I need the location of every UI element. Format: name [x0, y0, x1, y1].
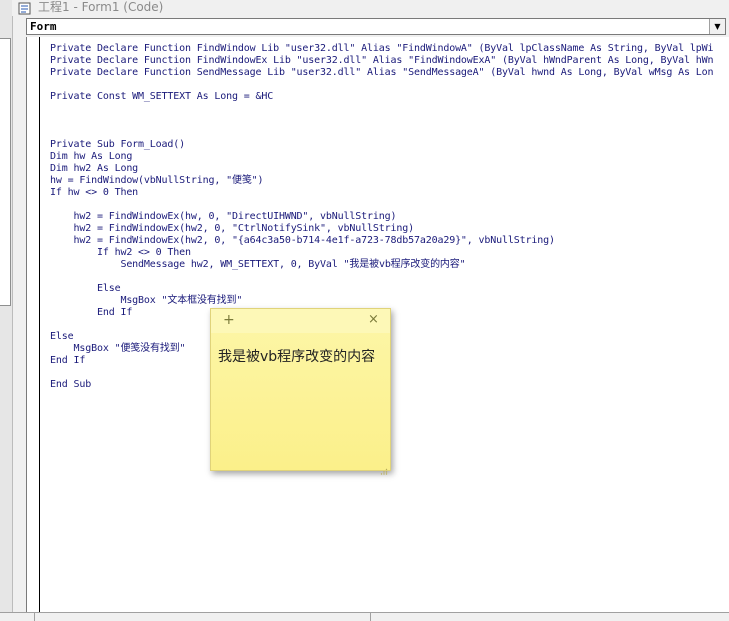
add-note-icon[interactable]: + [223, 313, 235, 327]
code-line[interactable]: Private Declare Function FindWindowEx Li… [50, 55, 729, 67]
object-dropdown-value: Form [30, 20, 57, 33]
code-line[interactable]: hw2 = FindWindowEx(hw2, 0, "{a64c3a50-b7… [50, 235, 729, 247]
code-line[interactable]: hw = FindWindow(vbNullString, "便笺") [50, 175, 729, 187]
window-title: 工程1 - Form1 (Code) [38, 0, 164, 14]
sticky-note-header[interactable]: + × [211, 309, 390, 333]
code-line[interactable] [50, 115, 729, 127]
code-window-icon [18, 0, 32, 15]
code-line[interactable]: Private Const WM_SETTEXT As Long = &HC [50, 91, 729, 103]
close-icon[interactable]: × [368, 313, 379, 327]
code-line[interactable]: Dim hw2 As Long [50, 163, 729, 175]
object-dropdown[interactable]: Form ▼ [26, 18, 726, 35]
title-bar: 工程1 - Form1 (Code) [12, 0, 729, 16]
code-line[interactable]: hw2 = FindWindowEx(hw, 0, "DirectUIHWND"… [50, 211, 729, 223]
code-line[interactable]: Private Declare Function FindWindow Lib … [50, 43, 729, 55]
code-line[interactable]: SendMessage hw2, WM_SETTEXT, 0, ByVal "我… [50, 259, 729, 271]
code-line[interactable]: Private Sub Form_Load() [50, 139, 729, 151]
code-line[interactable] [50, 127, 729, 139]
code-line[interactable]: Dim hw As Long [50, 151, 729, 163]
code-line[interactable]: Private Declare Function SendMessage Lib… [50, 67, 729, 79]
code-line[interactable] [50, 103, 729, 115]
code-line[interactable]: If hw <> 0 Then [50, 187, 729, 199]
sticky-note-text[interactable]: 我是被vb程序改变的内容 [218, 346, 375, 366]
resize-grip-icon[interactable] [380, 460, 388, 475]
code-line[interactable] [50, 79, 729, 91]
code-line[interactable]: Else [50, 283, 729, 295]
code-line[interactable]: hw2 = FindWindowEx(hw2, 0, "CtrlNotifySi… [50, 223, 729, 235]
code-line[interactable] [50, 271, 729, 283]
chevron-down-icon[interactable]: ▼ [709, 19, 725, 34]
code-line[interactable] [50, 199, 729, 211]
margin-indicator-bar[interactable] [27, 37, 40, 620]
sticky-note[interactable]: + × 我是被vb程序改变的内容 [210, 308, 391, 475]
code-line[interactable]: MsgBox "文本框没有找到" [50, 295, 729, 307]
code-line[interactable]: If hw2 <> 0 Then [50, 247, 729, 259]
background-window-panel [0, 0, 13, 620]
background-window-pane [0, 38, 11, 306]
